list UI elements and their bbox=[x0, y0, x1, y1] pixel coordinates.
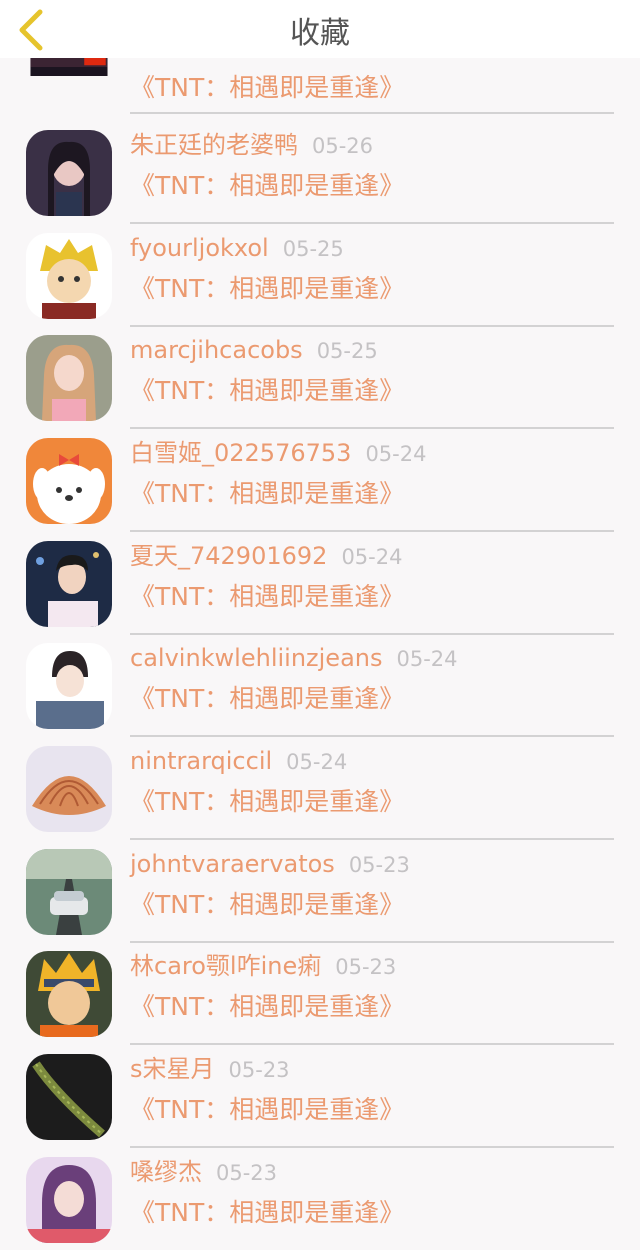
username[interactable]: 林caro颚l咋ine痢 bbox=[130, 952, 321, 980]
date: 05-24 bbox=[341, 545, 403, 569]
favorite-item[interactable]: 林caro颚l咋ine痢 05-23 《TNT：相遇即是重逢》 bbox=[0, 941, 640, 1045]
girl-portrait-avatar[interactable] bbox=[26, 130, 112, 216]
date: 05-23 bbox=[335, 955, 397, 979]
date: 05-23 bbox=[228, 1058, 290, 1082]
username[interactable]: 白雪姬_022576753 bbox=[130, 439, 351, 467]
work-title[interactable]: 《TNT：相遇即是重逢》 bbox=[130, 889, 404, 921]
username[interactable]: johntvaraervatos bbox=[130, 850, 335, 878]
work-title[interactable]: 《TNT：相遇即是重逢》 bbox=[130, 991, 404, 1023]
dark-leaf-avatar[interactable] bbox=[26, 1054, 112, 1140]
username[interactable]: 夏天_742901692 bbox=[130, 542, 327, 570]
work-title[interactable]: 《TNT：相遇即是重逢》 bbox=[130, 683, 404, 715]
page-title: 收藏 bbox=[290, 16, 350, 51]
divider bbox=[130, 112, 614, 114]
username[interactable]: marcjihcacobs bbox=[130, 336, 303, 364]
date: 05-26 bbox=[312, 134, 374, 158]
purple-hair-girl-avatar[interactable] bbox=[26, 1157, 112, 1243]
date: 05-24 bbox=[365, 442, 427, 466]
date: 05-23 bbox=[348, 853, 410, 877]
favorite-item[interactable]: 夏天_742901692 05-24 《TNT：相遇即是重逢》 bbox=[0, 531, 640, 635]
date: 05-24 bbox=[396, 647, 458, 671]
favorite-item[interactable]: 白雪姬_022576753 05-24 《TNT：相遇即是重逢》 bbox=[0, 428, 640, 532]
work-title[interactable]: 《TNT：相遇即是重逢》 bbox=[130, 478, 404, 510]
favorite-item[interactable]: fyourljokxol 05-25 《TNT：相遇即是重逢》 bbox=[0, 223, 640, 327]
username[interactable]: nintrarqiccil bbox=[130, 747, 272, 775]
date: 05-25 bbox=[282, 237, 344, 261]
nav-header: 收藏 bbox=[0, 0, 640, 58]
work-title[interactable]: 《TNT：相遇即是重逢》 bbox=[130, 1094, 404, 1126]
date: 05-25 bbox=[316, 339, 378, 363]
anime-blond-boy-avatar[interactable] bbox=[26, 233, 112, 319]
username[interactable]: s宋星月 bbox=[130, 1055, 215, 1083]
favorite-item[interactable]: johntvaraervatos 05-23 《TNT：相遇即是重逢》 bbox=[0, 839, 640, 943]
work-title[interactable]: 《TNT：相遇即是重逢》 bbox=[130, 273, 404, 305]
work-title[interactable]: 《TNT：相遇即是重逢》 bbox=[130, 581, 404, 613]
race-car-avatar[interactable] bbox=[26, 849, 112, 935]
date: 05-23 bbox=[216, 1161, 278, 1185]
seashell-avatar[interactable] bbox=[26, 746, 112, 832]
pink-girl-avatar[interactable] bbox=[26, 335, 112, 421]
favorites-list: 《TNT：相遇即是重逢》 朱正廷的老婆鸭 05-26 《TNT：相遇即是重逢》 f… bbox=[0, 0, 640, 1243]
favorite-item[interactable]: 嗓缪杰 05-23 《TNT：相遇即是重逢》 bbox=[0, 1147, 640, 1250]
favorite-item[interactable]: 朱正廷的老婆鸭 05-26 《TNT：相遇即是重逢》 bbox=[0, 120, 640, 224]
cartoon-dog-avatar[interactable] bbox=[26, 438, 112, 524]
favorite-item[interactable]: nintrarqiccil 05-24 《TNT：相遇即是重逢》 bbox=[0, 736, 640, 840]
work-title[interactable]: 《TNT：相遇即是重逢》 bbox=[130, 1197, 404, 1229]
username[interactable]: 嗓缪杰 bbox=[130, 1158, 202, 1186]
boy-night-avatar[interactable] bbox=[26, 541, 112, 627]
work-title[interactable]: 《TNT：相遇即是重逢》 bbox=[130, 375, 404, 407]
username[interactable]: 朱正廷的老婆鸭 bbox=[130, 131, 298, 159]
date: 05-24 bbox=[286, 750, 348, 774]
work-title[interactable]: 《TNT：相遇即是重逢》 bbox=[130, 786, 404, 818]
username[interactable]: fyourljokxol bbox=[130, 234, 269, 262]
username[interactable]: calvinkwlehliinzjeans bbox=[130, 644, 383, 672]
work-title[interactable]: 《TNT：相遇即是重逢》 bbox=[130, 72, 404, 104]
anime-boy-denim-avatar[interactable] bbox=[26, 643, 112, 729]
favorite-item[interactable]: marcjihcacobs 05-25 《TNT：相遇即是重逢》 bbox=[0, 325, 640, 429]
work-title[interactable]: 《TNT：相遇即是重逢》 bbox=[130, 170, 404, 202]
favorite-item[interactable]: s宋星月 05-23 《TNT：相遇即是重逢》 bbox=[0, 1044, 640, 1148]
naruto-avatar[interactable] bbox=[26, 951, 112, 1037]
favorite-item[interactable]: calvinkwlehliinzjeans 05-24 《TNT：相遇即是重逢》 bbox=[0, 633, 640, 737]
